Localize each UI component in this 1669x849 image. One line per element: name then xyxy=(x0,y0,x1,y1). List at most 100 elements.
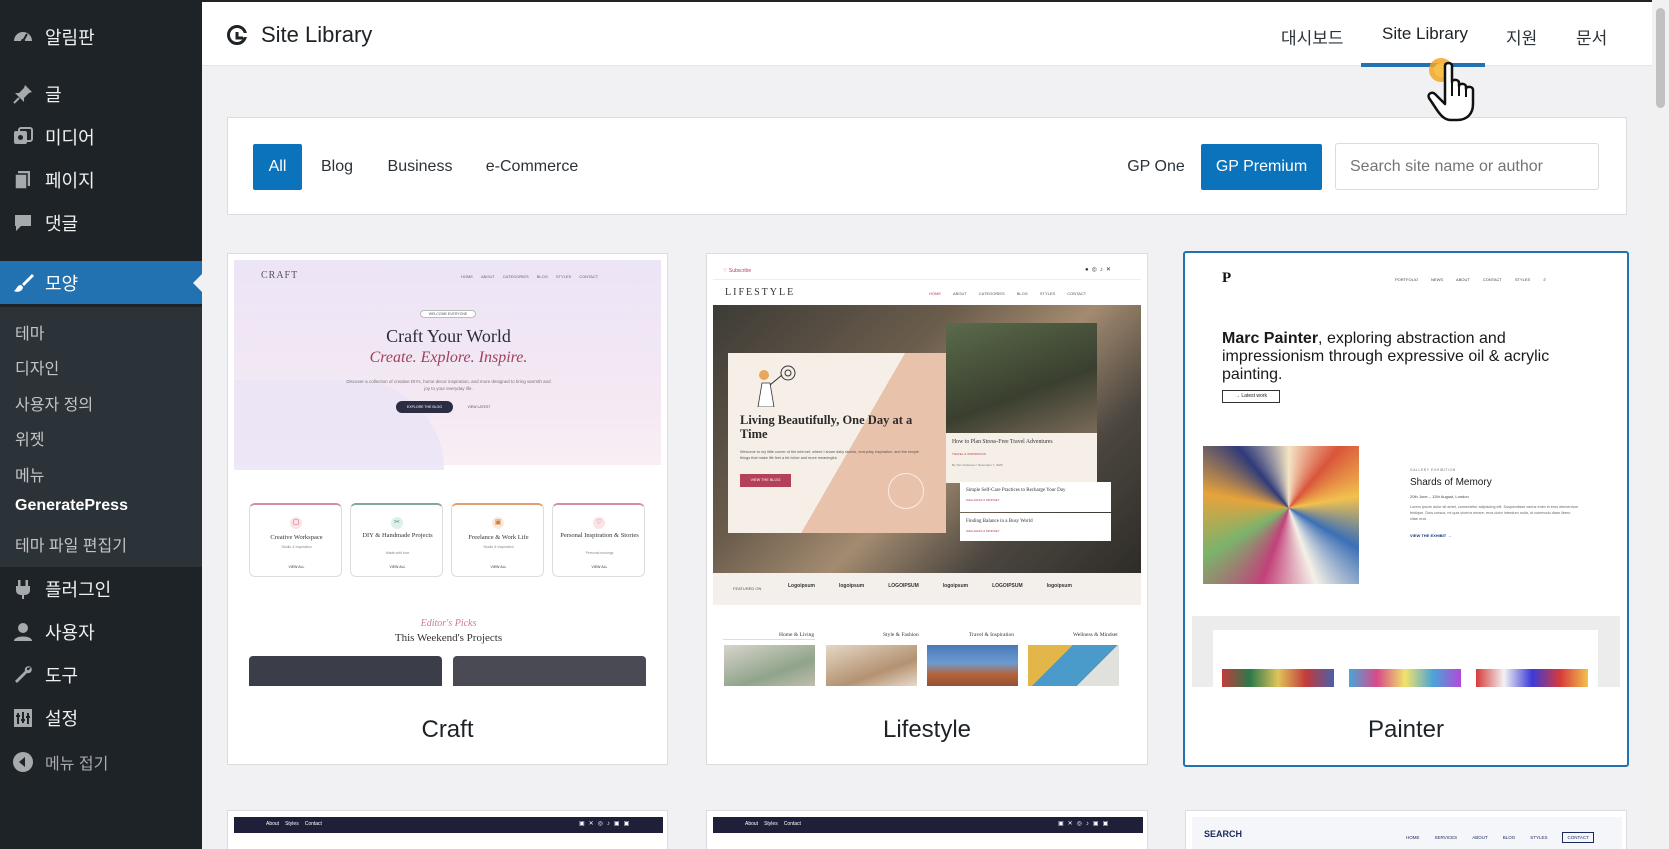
submenu-item-generatepress[interactable]: GeneratePress xyxy=(15,497,128,515)
scrollbar-thumb[interactable] xyxy=(1656,8,1665,108)
lifestyle-social-icons: ●◎♪✕ xyxy=(1085,267,1114,273)
craft-latest-link: VIEW LATEST xyxy=(467,405,491,409)
sidebar-item-label: 알림판 xyxy=(45,28,95,48)
site-card-row2-3[interactable]: SEARCH HOME SERVICES ABOUT BLOG STYLES C… xyxy=(1185,810,1627,849)
sidebar-collapse-menu[interactable]: 메뉴 접기 xyxy=(0,741,202,783)
craft-category-link: VIEW ALL xyxy=(490,565,507,569)
craft-nav-item: HOME xyxy=(461,274,473,279)
lifestyle-list-category: WELLNESS & MINDSET xyxy=(966,529,1000,533)
filter-business-button[interactable]: Business xyxy=(385,144,455,190)
site-card-row2-2[interactable]: About Styles Contact ▣✕◎♪▣▣ xyxy=(706,810,1148,849)
filter-all-button[interactable]: All xyxy=(253,144,302,190)
submenu-item-design[interactable]: 디자인 xyxy=(15,355,59,379)
admin-sidebar: 알림판 글 미디어 페이지 댓글 모양 테마 디자인 사용자 정의 위젯 메뉴 … xyxy=(0,0,202,849)
craft-category-link: VIEW ALL xyxy=(389,565,406,569)
craft-tagline: Create. Explore. Inspire. xyxy=(369,349,528,366)
craft-category-title: Freelance & Work Life xyxy=(468,534,529,541)
sidebar-item-media[interactable]: 미디어 xyxy=(0,116,202,158)
craft-category-title: DIY & Handmade Projects xyxy=(362,532,433,539)
sidebar-item-appearance[interactable]: 모양 xyxy=(0,261,202,304)
craft-explore-button: EXPLORE THE BLOG xyxy=(396,401,453,413)
filter-ecommerce-button[interactable]: e-Commerce xyxy=(483,144,581,190)
sidebar-item-settings[interactable]: 설정 xyxy=(0,697,202,739)
craft-nav-item: CONTACT xyxy=(579,274,599,279)
submenu-item-customize[interactable]: 사용자 정의 xyxy=(15,391,93,415)
row2-nav-item: Contact xyxy=(304,821,322,827)
craft-category-sub: Studio & Inspiration xyxy=(483,545,514,549)
lifestyle-decor-circle xyxy=(888,473,924,509)
nav-link-docs[interactable]: 문서 xyxy=(1576,24,1607,49)
lifestyle-post-category: TRAVEL & INSPIRATION xyxy=(952,452,986,456)
sidebar-item-pages[interactable]: 페이지 xyxy=(0,159,202,201)
sidebar-item-dashboard[interactable]: 알림판 xyxy=(0,16,202,58)
submenu-item-widgets[interactable]: 위젯 xyxy=(15,426,44,450)
painter-exhibit-dates: 20th June – 12th August, London xyxy=(1410,494,1469,499)
filter-blog-button[interactable]: Blog xyxy=(312,144,362,190)
row2-nav-item: SERVICES xyxy=(1434,835,1458,840)
plan-gp-one-button[interactable]: GP One xyxy=(1121,144,1191,190)
site-preview-painter: P PORTFOLIO NEWS ABOUT CONTACT STYLES ⌕ … xyxy=(1192,260,1620,687)
page-scrollbar[interactable] xyxy=(1652,0,1669,849)
row2-nav-item: Styles xyxy=(285,821,299,827)
lifestyle-nav-item: CATEGORIES xyxy=(978,291,1005,296)
partner-logo: logoipsum xyxy=(1046,583,1072,589)
painter-gallery-section xyxy=(1192,616,1620,687)
sidebar-item-plugins[interactable]: 플러그인 xyxy=(0,568,202,610)
painter-artist-name: Marc Painter xyxy=(1222,330,1319,347)
row2-nav-item: BLOG xyxy=(1502,835,1516,840)
lifestyle-logo-row: Logoipsum logoipsum LOGOIPSUM logoipsum … xyxy=(788,583,1072,589)
sidebar-item-tools[interactable]: 도구 xyxy=(0,654,202,696)
sidebar-item-posts[interactable]: 글 xyxy=(0,73,202,115)
craft-nav-item: CATEGORIES xyxy=(502,274,529,279)
site-card-painter[interactable]: P PORTFOLIO NEWS ABOUT CONTACT STYLES ⌕ … xyxy=(1183,251,1629,767)
sidebar-item-label: 도구 xyxy=(45,666,79,686)
craft-category-link: VIEW ALL xyxy=(591,565,608,569)
filter-bar: All Blog Business e-Commerce GP One GP P… xyxy=(227,117,1627,215)
painter-nav-item: STYLES xyxy=(1514,277,1531,282)
site-card-craft[interactable]: CRAFT HOME ABOUT CATEGORIES BLOG STYLES … xyxy=(227,253,668,765)
plan-gp-premium-button[interactable]: GP Premium xyxy=(1201,144,1322,190)
submenu-item-themes[interactable]: 테마 xyxy=(15,320,44,344)
craft-project-image xyxy=(453,656,646,686)
craft-nav: HOME ABOUT CATEGORIES BLOG STYLES CONTAC… xyxy=(461,274,598,279)
site-name-craft: Craft xyxy=(421,716,474,743)
painter-exhibit-description: Lorem ipsum dolor sit amet, consectetur … xyxy=(1410,505,1578,521)
craft-category-link: VIEW ALL xyxy=(288,565,305,569)
lifestyle-featured-strip: FEATURED ON Logoipsum logoipsum LOGOIPSU… xyxy=(713,573,1141,605)
lifestyle-hero-description: Welcome to my little corner of the inter… xyxy=(740,450,919,460)
lifestyle-divider xyxy=(723,639,815,640)
nav-link-support[interactable]: 지원 xyxy=(1506,24,1537,49)
row2-nav-item: Styles xyxy=(764,821,778,827)
sidebar-item-label: 사용자 xyxy=(45,623,95,643)
painter-nav-item: ABOUT xyxy=(1456,277,1470,282)
page-title: Site Library xyxy=(261,22,373,47)
craft-category-icon: ✂ xyxy=(391,517,403,529)
nav-link-site-library[interactable]: Site Library xyxy=(1382,24,1468,44)
lifestyle-list-title: Simple Self-Care Practices to Recharge Y… xyxy=(966,488,1066,493)
nav-link-dashboard[interactable]: 대시보드 xyxy=(1281,24,1344,49)
painter-nav-item: NEWS xyxy=(1431,277,1444,282)
site-search-input[interactable] xyxy=(1335,143,1599,190)
sidebar-item-comments[interactable]: 댓글 xyxy=(0,202,202,244)
site-name-painter: Painter xyxy=(1367,716,1445,743)
partner-logo: LOGOIPSUM xyxy=(888,583,919,589)
painter-gallery-image xyxy=(1476,669,1588,687)
lifestyle-featured-label: FEATURED ON xyxy=(733,586,762,591)
site-card-row2-1[interactable]: About Styles Contact ▣✕◎♪▣▣ xyxy=(227,810,668,849)
lifestyle-hero-card: Living Beautifully, One Day at a Time We… xyxy=(728,353,946,533)
lifestyle-divider xyxy=(713,279,1141,280)
sidebar-item-users[interactable]: 사용자 xyxy=(0,611,202,653)
painter-exhibit-label: GALLERY EXHIBITION xyxy=(1410,468,1456,472)
row2-social-icons: ▣✕◎♪▣▣ xyxy=(579,821,634,827)
pages-icon xyxy=(12,169,34,191)
submenu-item-theme-file-editor[interactable]: 테마 파일 편집기 xyxy=(15,532,127,556)
row2-nav-item: STYLES xyxy=(1530,835,1548,840)
painter-exhibit-title: Shards of Memory xyxy=(1410,477,1492,488)
sidebar-item-label: 페이지 xyxy=(45,171,95,191)
row2-nav-item: ABOUT xyxy=(1472,835,1488,840)
craft-project-image xyxy=(249,656,442,686)
site-card-lifestyle[interactable]: ♡ Subscribe ●◎♪✕ LIFESTYLE HOME ABOUT CA… xyxy=(706,253,1148,765)
lifestyle-nav-item: STYLES xyxy=(1039,291,1056,296)
submenu-item-menus[interactable]: 메뉴 xyxy=(15,462,44,486)
sidebar-item-label: 글 xyxy=(45,85,62,105)
